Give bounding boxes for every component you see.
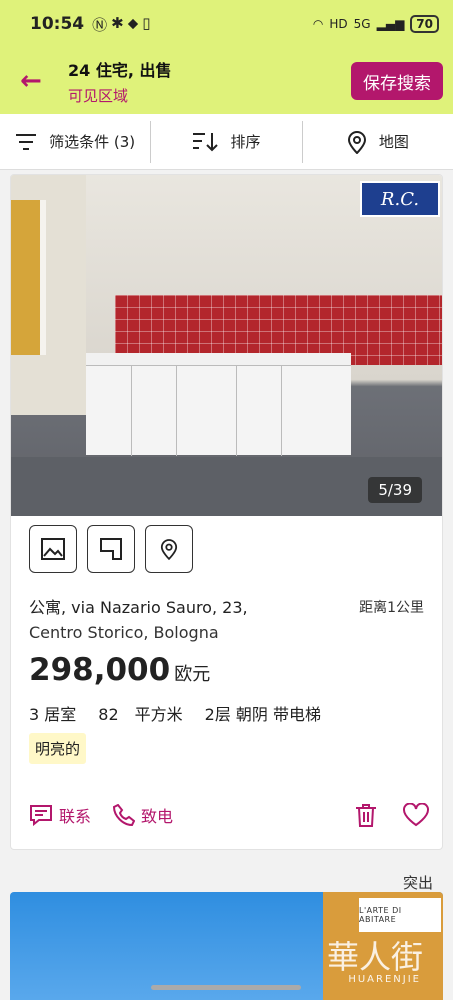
- listing-photo[interactable]: R.C. 5/39: [11, 175, 442, 516]
- battery-level: 70: [410, 15, 439, 33]
- map-pin-icon: [347, 130, 366, 154]
- floorplan-icon: [100, 538, 122, 560]
- photo-countertop: [86, 353, 351, 365]
- cabinet-divider: [281, 366, 282, 456]
- status-icons-left: Ⓝ ✱ ⬥ ▯: [92, 14, 150, 35]
- agency-logo: R.C.: [360, 181, 440, 217]
- photo-window: [11, 200, 46, 355]
- listing-distance: 距离1公里: [359, 600, 424, 616]
- hd-label: HD: [329, 17, 348, 31]
- trash-icon[interactable]: [355, 803, 377, 827]
- heart-icon[interactable]: [403, 803, 429, 827]
- listing-card[interactable]: R.C. 5/39 公寓, via Nazario Sauro, 23, Cen…: [10, 174, 443, 850]
- chat-icon: [30, 805, 52, 826]
- watermark-sub: HUARENJIE: [348, 974, 421, 985]
- save-search-button[interactable]: 保存搜索: [351, 62, 443, 100]
- feature-area: 82 平方米: [98, 705, 183, 724]
- photo-counter: 5/39: [368, 477, 422, 503]
- listing-features: 3 居室 82 平方米 2层 朝阴 带电梯: [29, 701, 321, 725]
- listing-address: 公寓, via Nazario Sauro, 23, Centro Storic…: [29, 595, 329, 645]
- listing-actions: 联系 致电: [29, 803, 429, 827]
- filter-toolbar: 筛选条件 (3) 排序 地图: [0, 114, 453, 170]
- watermark: 華人街: [326, 938, 423, 976]
- feature-floor: 2层 朝阴 带电梯: [204, 705, 322, 724]
- sort-icon: [193, 132, 219, 151]
- filter-label: 筛选条件 (3): [49, 133, 136, 151]
- signal-icon: ▂▄▆: [376, 17, 405, 31]
- cabinet-divider: [236, 366, 237, 456]
- filter-icon: [16, 133, 37, 150]
- price-value: 298,000: [29, 652, 171, 688]
- photos-button[interactable]: [29, 525, 77, 573]
- contact-button[interactable]: 联系: [29, 803, 91, 827]
- floorplan-button[interactable]: [87, 525, 135, 573]
- media-buttons: [29, 525, 193, 573]
- page-subtitle: 可见区域: [68, 86, 129, 105]
- back-arrow-icon[interactable]: ←: [20, 66, 50, 96]
- contact-label: 联系: [59, 807, 92, 826]
- call-button[interactable]: 致电: [113, 803, 173, 827]
- wifi-icon: ◠: [312, 17, 324, 31]
- photo-cabinets: [86, 365, 351, 456]
- next-listing-card[interactable]: L'ARTE DI ABITARE 華人街 HUARENJIE: [10, 892, 443, 1000]
- bluetooth-icon: ✱: [111, 13, 124, 32]
- status-icons-right: ◠ HD 5G ▂▄▆ 70: [313, 15, 439, 33]
- next-agency-logo: L'ARTE DI ABITARE: [359, 898, 441, 932]
- page-title: 24 住宅, 出售: [68, 60, 172, 80]
- cabinet-divider: [131, 366, 132, 456]
- listing-price: 298,000 欧元: [29, 652, 210, 688]
- header-title-block: 24 住宅, 出售 可见区域: [68, 57, 172, 106]
- address-line1: 公寓, via Nazario Sauro, 23,: [29, 598, 248, 617]
- feature-rooms: 3 居室: [29, 705, 77, 724]
- sort-button[interactable]: 排序: [150, 120, 301, 163]
- phone-icon: [113, 804, 136, 826]
- image-icon: [41, 538, 65, 560]
- listing-tag: 明亮的: [29, 733, 87, 764]
- listing-actions-right: [355, 803, 429, 827]
- address-line2: Centro Storico, Bologna: [29, 623, 219, 642]
- location-icon: ⬥: [127, 13, 139, 32]
- home-indicator[interactable]: [151, 985, 301, 990]
- status-bar: 10:54 Ⓝ ✱ ⬥ ▯ ◠ HD 5G ▂▄▆ 70: [0, 0, 453, 48]
- featured-badge: 突出: [402, 874, 433, 892]
- cabinet-divider: [176, 366, 177, 456]
- call-label: 致电: [141, 807, 174, 826]
- map-label: 地图: [378, 133, 409, 151]
- map-pin-icon: [160, 539, 178, 561]
- map-button[interactable]: 地图: [301, 120, 453, 163]
- vibrate-icon: ▯: [142, 13, 151, 32]
- app-header: ← 24 住宅, 出售 可见区域 保存搜索: [0, 48, 453, 114]
- nfc-icon: Ⓝ: [92, 15, 108, 34]
- price-currency: 欧元: [174, 664, 211, 685]
- network-type-label: 5G: [353, 17, 371, 31]
- location-button[interactable]: [145, 525, 193, 573]
- filter-button[interactable]: 筛选条件 (3): [0, 121, 150, 163]
- status-time: 10:54: [30, 14, 85, 34]
- sort-label: 排序: [230, 133, 261, 151]
